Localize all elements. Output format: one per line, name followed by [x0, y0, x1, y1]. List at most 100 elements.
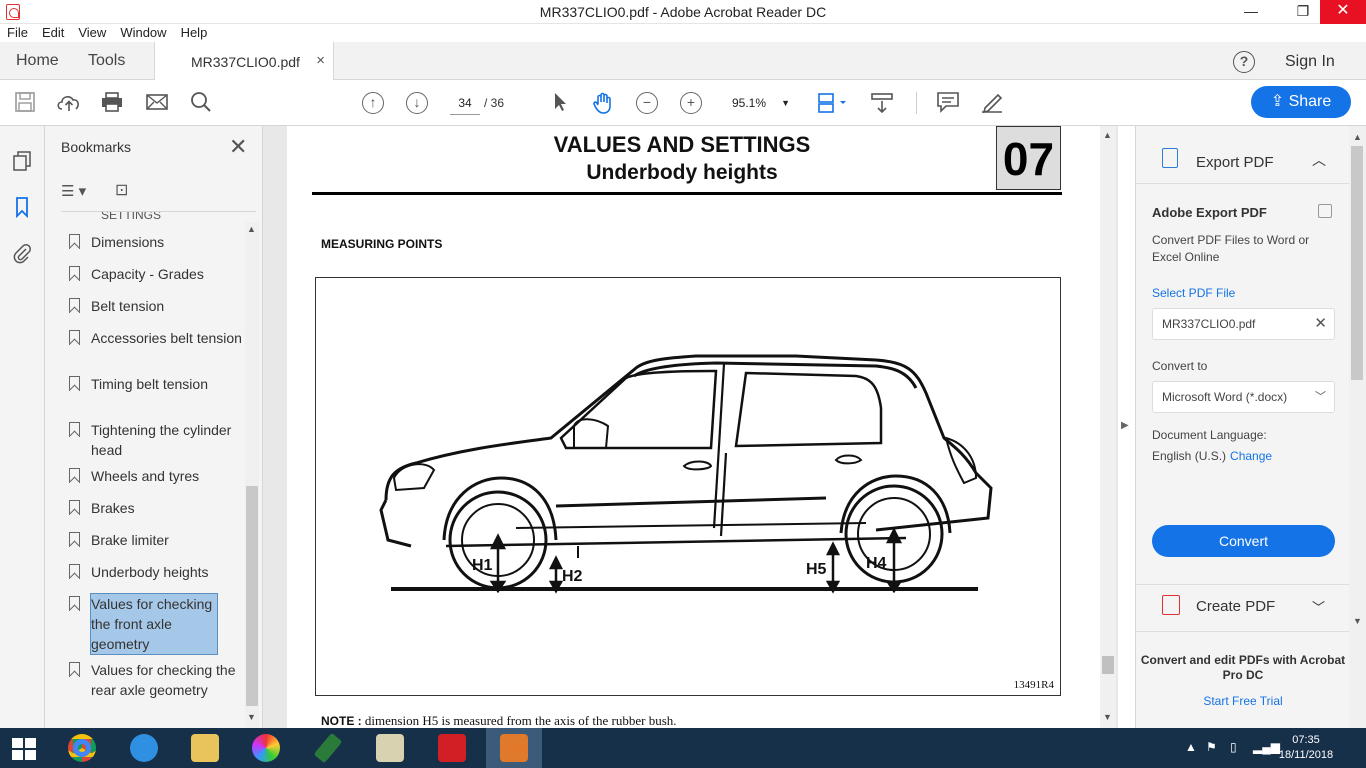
bookmark-item[interactable]: Capacity - Grades [69, 264, 243, 284]
bookmark-item[interactable]: Wheels and tyres [69, 466, 243, 486]
share-button[interactable]: ⇪ Share [1251, 86, 1351, 118]
tool-app-icon[interactable] [300, 728, 356, 768]
upload-cloud-icon[interactable] [56, 91, 80, 115]
scroll-down-icon[interactable]: ▼ [1353, 616, 1362, 626]
print-icon[interactable] [100, 91, 124, 115]
bookmark-item[interactable]: Brake limiter [69, 530, 243, 550]
bookmark-icon [69, 532, 80, 547]
minimize-button[interactable]: — [1228, 0, 1274, 24]
next-page-icon[interactable]: ↓ [406, 92, 428, 114]
create-pdf-header[interactable]: Create PDF ﹀ [1136, 584, 1350, 632]
menu-file[interactable]: File [0, 24, 35, 42]
close-tab-icon[interactable]: × [316, 52, 325, 69]
email-icon[interactable] [145, 91, 169, 115]
scroll-up-icon[interactable]: ▲ [1353, 132, 1362, 142]
close-window-button[interactable]: ✕ [1320, 0, 1366, 24]
bookmark-item[interactable]: Brakes [69, 498, 243, 518]
copy-icon[interactable] [1318, 204, 1332, 218]
label-h2: H2 [562, 568, 583, 585]
chevron-down-icon[interactable]: ﹀ [1312, 597, 1325, 616]
scroll-mode-icon[interactable] [870, 91, 894, 115]
page-thumbnails-icon[interactable] [12, 150, 32, 172]
zoom-in-icon[interactable]: + [680, 92, 702, 114]
selected-file-field[interactable]: MR337CLIO0.pdf ✕ [1152, 308, 1335, 340]
bookmark-item[interactable]: Tightening the cylinder head [69, 420, 243, 460]
tools-pane-scrollbar[interactable]: ▲ ▼ [1349, 126, 1366, 728]
comment-icon[interactable] [936, 91, 960, 115]
bookmark-item[interactable]: Dimensions [69, 232, 243, 252]
color-app-icon[interactable] [238, 728, 294, 768]
attachment-icon[interactable] [12, 242, 32, 264]
page-display-icon[interactable] [816, 91, 850, 115]
start-free-trial-link[interactable]: Start Free Trial [1136, 694, 1350, 708]
bookmark-panel-icon[interactable] [12, 196, 32, 219]
tab-document-label: MR337CLIO0.pdf [191, 54, 300, 70]
scrollbar-thumb[interactable] [246, 486, 258, 706]
file-explorer-icon[interactable] [177, 728, 233, 768]
bookmark-icon [69, 330, 80, 345]
scrollbar-thumb[interactable] [1351, 146, 1363, 380]
battery-icon[interactable]: ▯ [1230, 740, 1237, 754]
menu-view[interactable]: View [71, 24, 113, 42]
chrome-icon[interactable] [54, 728, 110, 768]
menu-edit[interactable]: Edit [35, 24, 71, 42]
tab-document[interactable]: MR337CLIO0.pdf × [154, 42, 334, 80]
previous-page-icon[interactable]: ↑ [362, 92, 384, 114]
document-viewer[interactable]: VALUES AND SETTINGS Underbody heights 07… [263, 126, 1118, 728]
convert-format-select[interactable]: Microsoft Word (*.docx) ﹀ [1152, 381, 1335, 413]
scroll-down-icon[interactable]: ▼ [1103, 712, 1112, 722]
menu-help[interactable]: Help [174, 24, 215, 42]
select-cursor-icon[interactable] [548, 91, 572, 115]
convert-to-label: Convert to [1152, 359, 1208, 373]
bookmark-search-icon[interactable]: ⊡ [115, 180, 128, 200]
zoom-level-select[interactable]: 95.1% ▼ [722, 91, 794, 115]
export-pdf-icon [1162, 148, 1178, 168]
scroll-up-icon[interactable]: ▲ [1103, 130, 1112, 140]
scroll-down-icon[interactable]: ▼ [247, 712, 256, 722]
bookmarks-scrollbar[interactable]: ▲ ▼ [245, 222, 259, 728]
bookmark-icon [69, 662, 80, 677]
flag-icon[interactable]: ⚑ [1206, 740, 1217, 754]
windows-start-icon[interactable] [12, 738, 36, 760]
page-total: / 36 [484, 96, 505, 110]
document-scrollbar[interactable]: ▲ ▼ [1100, 126, 1116, 728]
menu-window[interactable]: Window [113, 24, 173, 42]
zoom-out-icon[interactable]: − [636, 92, 658, 114]
tab-tools[interactable]: Tools [88, 52, 125, 70]
export-pdf-header[interactable]: Export PDF ︿ [1136, 126, 1350, 184]
help-icon[interactable]: ? [1233, 51, 1255, 73]
internet-explorer-icon[interactable] [116, 728, 172, 768]
chevron-up-icon[interactable]: ︿ [1312, 150, 1326, 170]
bookmark-item[interactable]: Accessories belt tension [69, 328, 243, 348]
scrollbar-thumb[interactable] [1102, 656, 1114, 674]
hand-tool-icon[interactable] [591, 91, 615, 115]
tab-home[interactable]: Home [16, 52, 59, 70]
tray-expand-icon[interactable]: ▲ [1185, 740, 1197, 754]
acrobat-taskbar-icon[interactable] [424, 728, 480, 768]
select-pdf-file-link[interactable]: Select PDF File [1152, 286, 1235, 300]
bookmark-item[interactable]: Underbody heights [69, 562, 243, 582]
bookmark-icon [69, 564, 80, 579]
clear-file-icon[interactable]: ✕ [1314, 309, 1327, 339]
document-language-label: Document Language: [1152, 428, 1267, 442]
system-clock[interactable]: 07:35 18/11/2018 [1276, 733, 1336, 763]
document-app-icon[interactable] [362, 728, 418, 768]
bookmark-item[interactable]: Belt tension [69, 296, 243, 316]
save-icon[interactable] [13, 91, 37, 115]
page-number-input[interactable]: 34 [450, 91, 480, 115]
create-pdf-label: Create PDF [1196, 598, 1276, 615]
collapse-right-panel-icon[interactable]: ▶ [1121, 420, 1129, 431]
bookmark-item-selected[interactable]: Values for checking the front axle geome… [69, 593, 243, 655]
bookmark-options-icon[interactable]: ☰ ▾ [61, 182, 86, 200]
bookmark-icon [69, 468, 80, 483]
bookmark-item[interactable]: Timing belt tension [69, 374, 243, 394]
close-icon[interactable]: ✕ [229, 134, 247, 160]
convert-button[interactable]: Convert [1152, 525, 1335, 557]
active-app-icon[interactable] [486, 728, 542, 768]
pen-sign-icon[interactable] [980, 91, 1004, 115]
sign-in-button[interactable]: Sign In [1285, 53, 1335, 71]
search-icon[interactable] [189, 91, 213, 115]
change-language-link[interactable]: Change [1230, 449, 1272, 463]
scroll-up-icon[interactable]: ▲ [247, 224, 256, 234]
bookmark-item[interactable]: Values for checking the rear axle geomet… [69, 660, 243, 700]
